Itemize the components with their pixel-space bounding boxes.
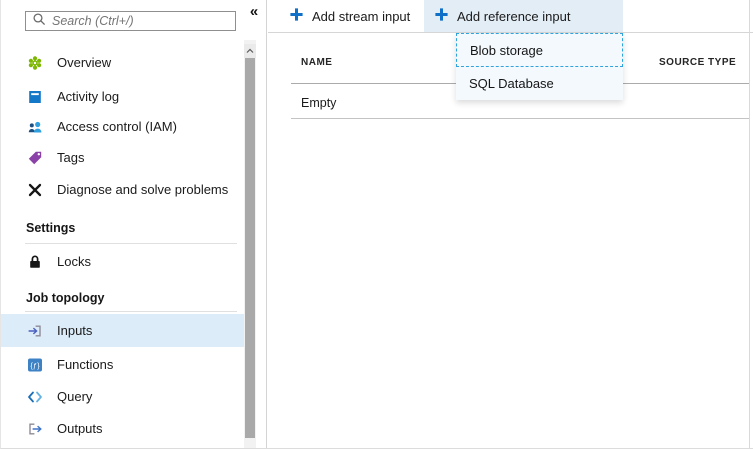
sidebar-scrollbar[interactable] [244, 40, 256, 449]
scrollbar-up-icon[interactable] [244, 44, 256, 58]
menu-item-blob-storage[interactable]: Blob storage [456, 33, 623, 67]
plus-icon [289, 7, 304, 25]
sidebar-item-label: Activity log [57, 89, 119, 104]
sidebar-item-inputs[interactable]: Inputs [1, 314, 244, 347]
sidebar: « Overview Activity log Access control (… [1, 0, 267, 449]
add-reference-input-label: Add reference input [457, 9, 570, 24]
table-row-divider [291, 118, 749, 119]
content-right-edge [749, 0, 750, 449]
sidebar-item-label: Functions [57, 357, 113, 372]
sidebar-item-outputs[interactable]: Outputs [1, 412, 244, 445]
query-icon [27, 389, 43, 405]
sidebar-item-diagnose[interactable]: Diagnose and solve problems [1, 173, 244, 206]
table-row: Empty [301, 96, 336, 110]
sidebar-search [25, 11, 236, 31]
search-icon [32, 12, 46, 31]
divider [25, 243, 237, 244]
collapse-sidebar-button[interactable]: « [243, 2, 265, 22]
inputs-icon [27, 323, 43, 339]
column-header-source-type: SOURCE TYPE [659, 57, 736, 68]
add-stream-input-button[interactable]: Add stream input [277, 0, 422, 32]
sidebar-item-access-control[interactable]: Access control (IAM) [1, 110, 244, 143]
sidebar-item-label: Access control (IAM) [57, 119, 177, 134]
sidebar-section-settings: Settings [26, 221, 75, 235]
sidebar-item-locks[interactable]: Locks [1, 245, 244, 278]
search-input[interactable] [52, 14, 229, 28]
sidebar-section-job-topology: Job topology [26, 291, 104, 305]
sidebar-item-label: Locks [57, 254, 91, 269]
overview-icon [27, 55, 43, 71]
sidebar-item-tags[interactable]: Tags [1, 141, 244, 174]
plus-icon [434, 7, 449, 25]
add-reference-input-button[interactable]: Add reference input [424, 0, 623, 32]
outputs-icon [27, 421, 43, 437]
azure-portal-inputs-page: « Overview Activity log Access control (… [0, 0, 753, 449]
functions-icon: {ƒ} [27, 357, 43, 373]
inputs-content: Add stream input Add reference input NAM… [268, 0, 753, 449]
sidebar-item-label: Outputs [57, 421, 103, 436]
sidebar-item-label: Diagnose and solve problems [57, 182, 228, 197]
access-control-icon [27, 119, 43, 135]
activity-log-icon [27, 89, 43, 105]
sidebar-item-label: Tags [57, 150, 84, 165]
add-reference-input-menu: Blob storage SQL Database [456, 33, 623, 100]
divider [25, 311, 237, 312]
sidebar-item-query[interactable]: Query [1, 380, 244, 413]
diagnose-icon [27, 182, 43, 198]
sidebar-item-label: Query [57, 389, 92, 404]
menu-item-sql-database[interactable]: SQL Database [456, 67, 623, 100]
sidebar-scrollbar-thumb[interactable] [245, 58, 255, 438]
column-header-name: NAME [301, 57, 332, 68]
tag-icon [27, 150, 43, 166]
sidebar-item-activity-log[interactable]: Activity log [1, 80, 244, 113]
command-bar: Add stream input Add reference input [268, 0, 753, 33]
lock-icon [27, 254, 43, 270]
add-stream-input-label: Add stream input [312, 9, 410, 24]
sidebar-item-overview[interactable]: Overview [1, 46, 244, 79]
svg-text:{ƒ}: {ƒ} [30, 361, 40, 370]
sidebar-item-label: Overview [57, 55, 111, 70]
sidebar-item-label: Inputs [57, 323, 92, 338]
sidebar-item-functions[interactable]: {ƒ} Functions [1, 348, 244, 381]
